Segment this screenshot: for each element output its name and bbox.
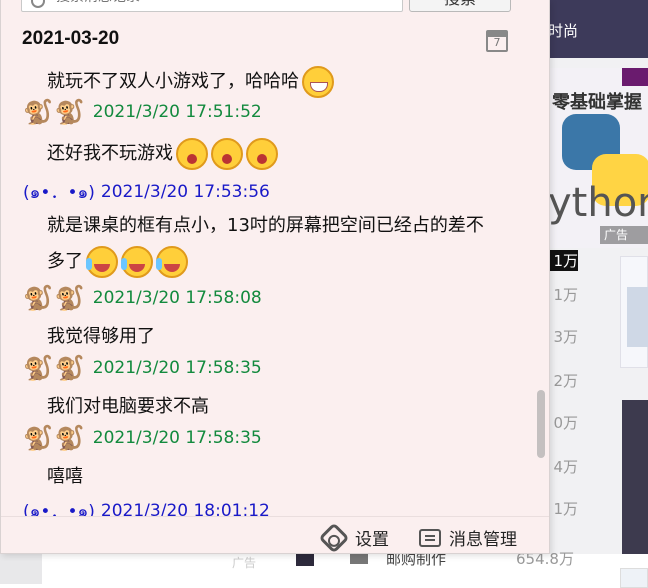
ad-accent [622,68,648,86]
background-bottom-strip: 广告 邮购制作 654.8万 [0,550,648,588]
message-time: 2021/3/20 17:53:56 [100,182,270,202]
ad-python-text: ython [548,180,648,226]
bottom-shade [0,554,42,584]
ad-title: 零基础掌握 [552,92,642,113]
monkey-icon: 🐒 [54,354,85,382]
message-text[interactable]: 就是课桌的框有点小，13吋的屏幕把空间已经占的差不 [47,211,484,237]
bottom-ad-tag: 广告 [232,556,257,570]
top-bar-text: 时尚 [548,22,579,40]
date-header: 2021-03-20 [22,28,120,49]
message-content: 我们对电脑要求不高 [47,396,209,417]
count-item: 4万 [553,458,578,476]
laugh-emoji-icon [302,66,334,98]
message-content: 多了 [47,251,83,272]
message-text[interactable]: 我觉得够用了 [47,322,155,348]
laugh-cry-emoji-icon [121,246,153,278]
message-text[interactable]: 就玩不了双人小游戏了，哈哈哈 [47,66,334,98]
message-content: 还好我不玩游戏 [47,143,173,164]
message-text[interactable]: 嘻嘻 [47,462,83,488]
laugh-cry-emoji-icon [86,246,118,278]
monkey-icon: 🐒 [54,284,85,312]
background-thumbnail-dark[interactable] [622,400,648,566]
search-button[interactable]: 搜索 [409,0,511,12]
message-content: 就是课桌的框有点小，13吋的屏幕把空间已经占的差不 [47,215,484,236]
bottom-dark-block [296,554,314,566]
message-text[interactable]: 多了 [47,246,188,278]
message-meta: 🐒 🐒 2021/3/20 17:58:35 [23,356,262,380]
laugh-cry-emoji-icon [156,246,188,278]
monkey-icon: 🐒 [23,98,53,126]
sender-name: (๑•．•๑) [23,183,95,203]
background-ad[interactable]: 零基础掌握 ython 广告 [548,68,648,248]
message-management-label: 消息管理 [449,530,517,550]
message-text[interactable]: 还好我不玩游戏 [47,138,278,170]
yawn-emoji-icon [246,138,278,170]
count-item: 1万 [548,250,578,271]
count-item: 2万 [553,372,578,390]
monkey-icon: 🐒 [23,424,53,452]
message-text[interactable]: 我们对电脑要求不高 [47,392,209,418]
message-content: 我觉得够用了 [47,326,155,347]
settings-button[interactable]: 设置 [318,521,389,553]
count-item: 3万 [553,328,578,346]
thumbnail-image [627,287,648,347]
count-item: 1万 [553,286,578,304]
message-time: 2021/3/20 17:58:08 [92,288,262,308]
message-meta: 🐒 🐒 2021/3/20 17:58:08 [23,286,262,310]
count-item: 0万 [553,414,578,432]
message-meta: (๑•．•๑) 2021/3/20 17:53:56 [23,178,270,206]
background-thumbnail[interactable] [620,256,648,368]
message-meta: 🐒 🐒 2021/3/20 17:58:35 [23,426,262,450]
scrollbar-thumb[interactable] [537,390,545,458]
search-input[interactable] [21,0,403,12]
monkey-icon: 🐒 [54,424,85,452]
chat-history-panel: 搜索 2021-03-20 7 就玩不了双人小游戏了，哈哈哈 🐒🐒 2021/3… [0,0,550,554]
monkey-icon: 🐒 [54,98,85,126]
monkey-icon: 🐒 [23,284,53,312]
bottom-icon [350,554,368,564]
message-time: 2021/3/20 17:58:35 [92,428,262,448]
panel-footer: 设置 消息管理 [1,516,549,553]
message-management-button[interactable]: 消息管理 [419,525,517,550]
yawn-emoji-icon [211,138,243,170]
bottom-card[interactable] [620,568,648,588]
gear-icon [318,521,350,553]
ad-tag: 广告 [600,226,648,244]
message-content: 就玩不了双人小游戏了，哈哈哈 [47,71,299,92]
message-time: 2021/3/20 17:58:35 [92,358,262,378]
settings-label: 设置 [355,530,389,550]
calendar-day: 7 [493,36,501,49]
count-item: 1万 [553,500,578,518]
calendar-icon[interactable]: 7 [486,30,508,52]
message-meta: 🐒 🐒 2021/3/20 17:51:52 [23,100,262,124]
message-icon [419,528,441,547]
background-top-bar: 时尚 [540,0,648,58]
message-time: 2021/3/20 17:51:52 [92,102,262,122]
monkey-icon: 🐒 [23,354,53,382]
message-content: 嘻嘻 [47,466,83,487]
yawn-emoji-icon [176,138,208,170]
